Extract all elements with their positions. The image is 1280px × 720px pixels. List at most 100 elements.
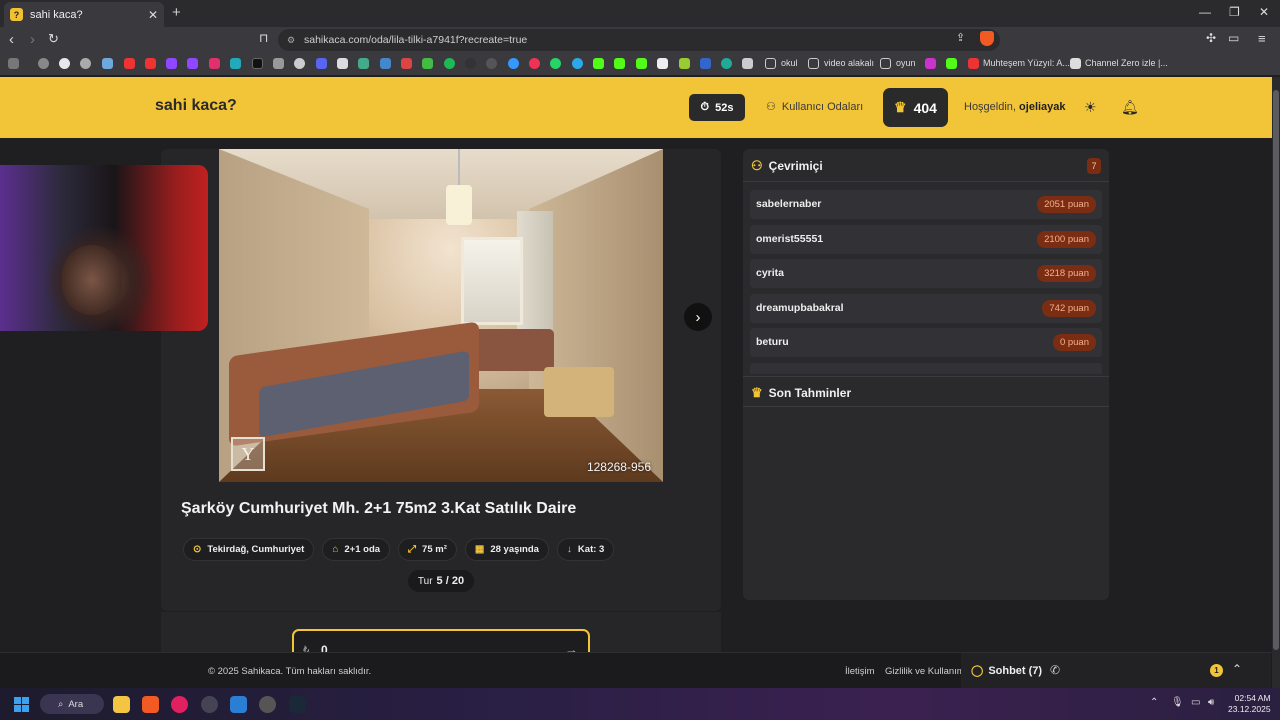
menu-icon[interactable]: ≡: [1258, 31, 1266, 46]
bookmark-site-icon[interactable]: [337, 58, 348, 69]
bookmark-site-icon[interactable]: [679, 58, 690, 69]
kick-icon[interactable]: [614, 58, 625, 69]
bookmark-icon[interactable]: ⊓: [259, 31, 268, 45]
privacy-link[interactable]: Gizlilik ve Kullanım: [885, 666, 965, 677]
bookmark-site-icon[interactable]: [700, 58, 711, 69]
taskbar-clock[interactable]: 02:54 AM 23.12.2025: [1228, 693, 1271, 715]
back-icon[interactable]: ‹: [9, 31, 14, 48]
bookmark-site-icon[interactable]: [465, 58, 476, 69]
bookmark-site-icon[interactable]: [657, 58, 668, 69]
bookmark-site-icon[interactable]: [742, 58, 753, 69]
youtube-icon[interactable]: [145, 58, 156, 69]
bookmark-channel-zero[interactable]: Channel Zero izle |...: [1085, 58, 1168, 68]
bookmark-site-icon[interactable]: [230, 58, 241, 69]
twitch-icon[interactable]: [166, 58, 177, 69]
folder-icon[interactable]: [808, 58, 819, 69]
theme-toggle-sun-icon[interactable]: ☀: [1084, 99, 1097, 116]
bookmark-site-icon[interactable]: [1070, 58, 1081, 69]
close-tab-icon[interactable]: ✕: [148, 8, 158, 22]
scrollbar-thumb[interactable]: [1273, 90, 1279, 650]
bookmark-muhtesem[interactable]: Muhteşem Yüzyıl: A...: [983, 58, 1070, 68]
forward-icon[interactable]: ›: [30, 31, 35, 48]
volume-icon[interactable]: 🔊︎: [1208, 697, 1214, 708]
browser-tab[interactable]: ? sahi kaca? ✕: [4, 2, 164, 27]
google-icon[interactable]: [59, 58, 70, 69]
bookmark-site-icon[interactable]: [925, 58, 936, 69]
close-window-icon[interactable]: ✕: [1259, 5, 1269, 19]
twitch-icon[interactable]: [187, 58, 198, 69]
kick-icon[interactable]: [946, 58, 957, 69]
bookmark-folder-video[interactable]: video alakalı: [824, 58, 874, 68]
steam-icon[interactable]: [289, 696, 306, 713]
file-explorer-icon[interactable]: [113, 696, 130, 713]
app-icon[interactable]: [201, 696, 218, 713]
phone-icon[interactable]: ✆: [1050, 663, 1060, 677]
chevron-up-icon[interactable]: ⌃: [1232, 662, 1242, 676]
whatsapp-icon[interactable]: [550, 58, 561, 69]
chat-bar[interactable]: ◯ Sohbet (7) ✆ 1 ⌃: [961, 653, 1271, 689]
site-info-icon[interactable]: ⚙: [287, 35, 295, 46]
bookmark-site-icon[interactable]: [508, 58, 519, 69]
history-icon[interactable]: [38, 58, 49, 69]
windows-start-icon[interactable]: [14, 697, 29, 712]
kick-icon[interactable]: [636, 58, 647, 69]
sidebar-toggle-icon[interactable]: ▭: [1228, 31, 1239, 45]
user-rooms-link[interactable]: ⚇ Kullanıcı Odaları: [766, 100, 863, 114]
list-item[interactable]: dreamupbabakral 742 puan: [750, 293, 1102, 323]
youtube-icon[interactable]: [968, 58, 979, 69]
taskbar-search[interactable]: ⌕ Ara: [40, 694, 104, 714]
bookmark-site-icon[interactable]: [273, 58, 284, 69]
notifications-bell-icon[interactable]: 🔔︎: [1121, 99, 1139, 116]
share-icon[interactable]: ⇪: [956, 31, 965, 44]
new-tab-icon[interactable]: +: [172, 4, 181, 21]
instagram-icon[interactable]: [209, 58, 220, 69]
spotify-icon[interactable]: [444, 58, 455, 69]
brave-browser-icon[interactable]: [142, 696, 159, 713]
media-player-icon[interactable]: [171, 696, 188, 713]
bookmark-site-icon[interactable]: [529, 58, 540, 69]
discord-icon[interactable]: [316, 58, 327, 69]
folder-icon[interactable]: [765, 58, 776, 69]
github-icon[interactable]: [486, 58, 497, 69]
microphone-icon[interactable]: 🎙︎: [1171, 697, 1184, 708]
chat-toggle[interactable]: ◯ Sohbet (7): [971, 664, 1042, 678]
online-users-list[interactable]: sabelernaber 2051 puan omerist55551 2100…: [750, 190, 1102, 374]
network-icon[interactable]: ▭: [1191, 697, 1200, 708]
drive-icon[interactable]: [422, 58, 433, 69]
listing-photo[interactable]: Y 128268-956: [219, 149, 663, 482]
next-photo-button[interactable]: ›: [684, 303, 712, 331]
minimize-icon[interactable]: —: [1199, 5, 1211, 19]
folder-icon[interactable]: [880, 58, 891, 69]
windows-taskbar: ⌕ Ara ⌃ 🎙︎ ▭ 🔊︎ 02:54 AM 23.12.2025: [0, 688, 1280, 720]
username[interactable]: ojeliayak: [1019, 101, 1065, 113]
bookmark-site-icon[interactable]: [358, 58, 369, 69]
contact-link[interactable]: İletişim: [845, 666, 875, 677]
site-logo[interactable]: sahi kaca?: [155, 97, 237, 115]
brave-shields-icon[interactable]: [980, 31, 994, 46]
bookmark-site-icon[interactable]: [80, 58, 91, 69]
list-item[interactable]: sabelernaber 2051 puan: [750, 190, 1102, 219]
x-twitter-icon[interactable]: [252, 58, 263, 69]
list-item[interactable]: cyrita 3218 puan: [750, 259, 1102, 289]
list-item[interactable]: beturu 0 puan: [750, 328, 1102, 358]
tray-overflow-icon[interactable]: ⌃: [1150, 697, 1158, 708]
bookmark-site-icon[interactable]: [294, 58, 305, 69]
bookmark-site-icon[interactable]: [102, 58, 113, 69]
telegram-icon[interactable]: [572, 58, 583, 69]
bookmark-site-icon[interactable]: [380, 58, 391, 69]
photos-icon[interactable]: [230, 696, 247, 713]
bookmark-folder-oyun[interactable]: oyun: [896, 58, 916, 68]
apps-icon[interactable]: [8, 58, 19, 69]
list-item[interactable]: omerist55551 2100 puan: [750, 224, 1102, 254]
kick-icon[interactable]: [593, 58, 604, 69]
extensions-icon[interactable]: ✣: [1206, 31, 1216, 45]
restore-icon[interactable]: ❐: [1229, 5, 1240, 19]
address-bar[interactable]: ⚙ sahikaca.com/oda/lila-tilki-a7941f?rec…: [278, 29, 1000, 51]
list-item[interactable]: [750, 362, 1102, 374]
youtube-icon[interactable]: [124, 58, 135, 69]
reload-icon[interactable]: ↻: [48, 31, 59, 47]
bookmark-site-icon[interactable]: [721, 58, 732, 69]
app-icon[interactable]: [259, 696, 276, 713]
gmail-icon[interactable]: [401, 58, 412, 69]
bookmark-folder-okul[interactable]: okul: [781, 58, 798, 68]
